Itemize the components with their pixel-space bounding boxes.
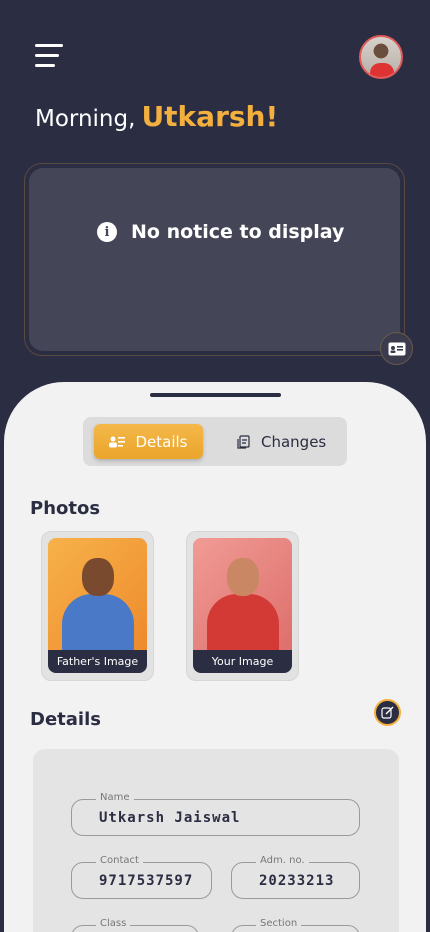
- contact-value: 9717537597: [99, 872, 194, 889]
- changes-icon: [237, 434, 250, 449]
- father-image-label: Father's Image: [48, 649, 147, 673]
- notice-text: No notice to display: [131, 221, 345, 243]
- father-image-card[interactable]: Father's Image: [41, 531, 154, 681]
- adm-no-field[interactable]: Adm. no. 20233213: [231, 855, 360, 899]
- edit-icon: [381, 706, 394, 719]
- class-label: Class: [96, 918, 131, 929]
- class-field[interactable]: Class: [71, 918, 199, 932]
- greeting: Morning, Utkarsh!: [35, 100, 278, 133]
- tab-details[interactable]: Details: [94, 424, 203, 459]
- details-heading: Details: [30, 709, 101, 730]
- father-photo: [48, 538, 147, 650]
- adm-no-label: Adm. no.: [256, 855, 309, 866]
- details-card: Name Utkarsh Jaiswal Contact 9717537597 …: [33, 749, 399, 932]
- notice-board: i No notice to display: [24, 163, 405, 356]
- your-image-card[interactable]: Your Image: [186, 531, 299, 681]
- id-card-button[interactable]: [380, 332, 413, 365]
- section-field[interactable]: Section: [231, 918, 360, 932]
- photos-heading: Photos: [30, 498, 101, 519]
- contact-field[interactable]: Contact 9717537597: [71, 855, 212, 899]
- name-field[interactable]: Name Utkarsh Jaiswal: [71, 792, 360, 836]
- sheet-handle[interactable]: [150, 393, 281, 397]
- id-card-icon: [388, 342, 405, 355]
- your-image-label: Your Image: [193, 649, 292, 673]
- tab-bar: Details Changes: [83, 417, 347, 466]
- bottom-sheet: Details Changes Photos Father's Image Yo…: [4, 382, 426, 932]
- tab-changes-label: Changes: [261, 432, 327, 451]
- user-name: Utkarsh!: [141, 100, 279, 133]
- details-icon: [109, 436, 126, 447]
- avatar[interactable]: [359, 35, 403, 79]
- adm-no-value: 20233213: [259, 872, 335, 889]
- contact-label: Contact: [96, 855, 143, 866]
- edit-button[interactable]: [374, 699, 401, 726]
- tab-details-label: Details: [135, 432, 188, 451]
- tab-changes[interactable]: Changes: [237, 424, 326, 459]
- menu-icon[interactable]: [35, 44, 63, 70]
- name-label: Name: [96, 792, 134, 803]
- your-photo: [193, 538, 292, 650]
- name-value: Utkarsh Jaiswal: [99, 809, 241, 826]
- greeting-prefix: Morning,: [35, 106, 136, 132]
- section-label: Section: [256, 918, 302, 929]
- info-icon: i: [97, 222, 117, 242]
